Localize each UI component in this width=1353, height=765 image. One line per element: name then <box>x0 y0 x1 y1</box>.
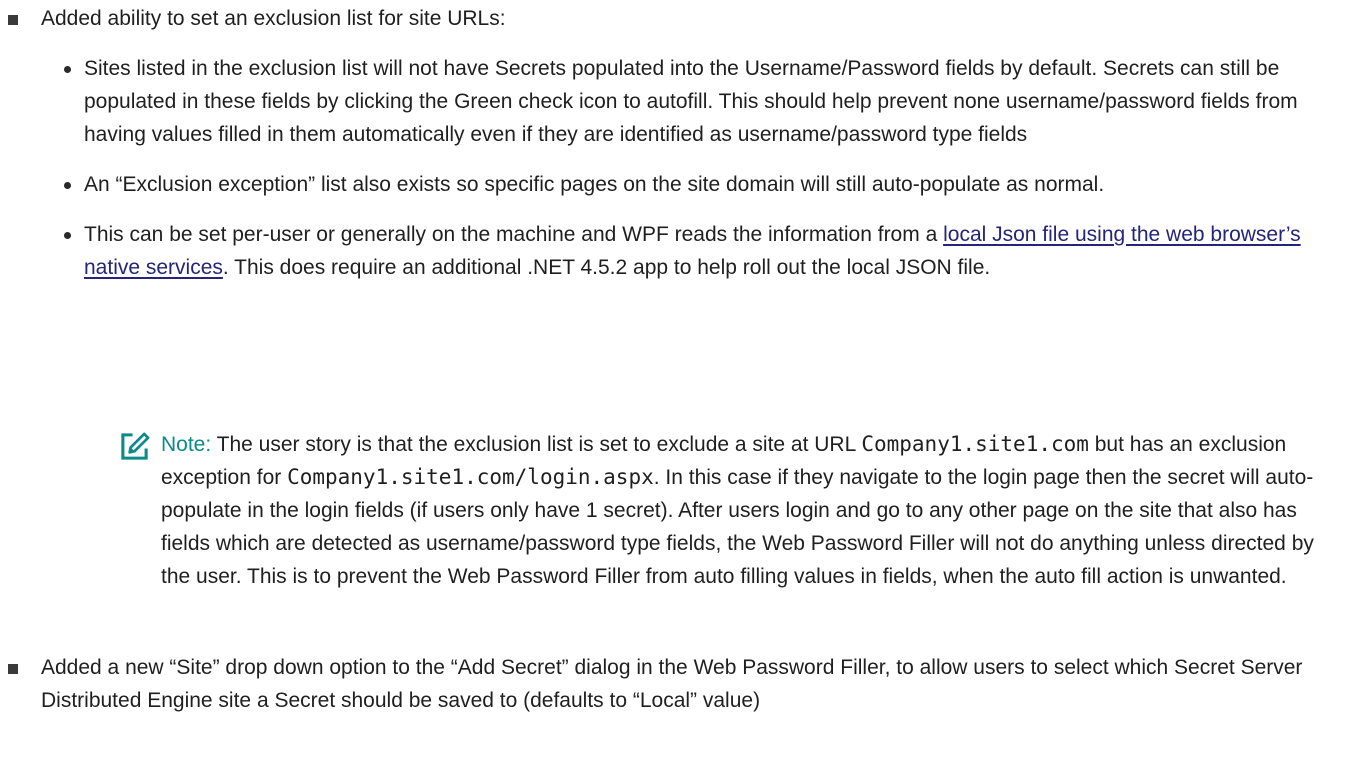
sub-list-item-text: An “Exclusion exception” list also exist… <box>84 173 1105 196</box>
list-item: Added ability to set an exclusion list f… <box>0 2 1333 35</box>
sub-list-item-text: Sites listed in the exclusion list will … <box>84 57 1298 146</box>
note-label: Note: <box>161 433 212 456</box>
code-url: Company1.site1.com <box>861 432 1089 456</box>
dot-bullet-icon <box>64 66 71 73</box>
code-url: Company1.site1.com/login.aspx <box>287 465 654 489</box>
sub-list: Sites listed in the exclusion list will … <box>0 52 1333 301</box>
square-bullet-icon <box>8 664 18 674</box>
dot-bullet-icon <box>64 232 71 239</box>
list-item-text: Added a new “Site” drop down option to t… <box>41 656 1303 712</box>
square-bullet-icon <box>8 15 18 25</box>
sub-list-item-text-after: . This does require an additional .NET 4… <box>222 256 991 279</box>
note-callout: Note: The user story is that the exclusi… <box>0 428 1333 593</box>
sub-list-item: Sites listed in the exclusion list will … <box>0 52 1333 151</box>
list-item-text: Added ability to set an exclusion list f… <box>41 7 506 30</box>
note-pencil-icon <box>121 432 150 460</box>
sub-list-item-text-before: This can be set per-user or generally on… <box>84 223 944 246</box>
note-text-part: The user story is that the exclusion lis… <box>211 433 862 456</box>
note-text: Note: The user story is that the exclusi… <box>0 428 1333 593</box>
sub-list-item: This can be set per-user or generally on… <box>0 218 1333 284</box>
dot-bullet-icon <box>64 182 71 189</box>
list-item: Added a new “Site” drop down option to t… <box>0 651 1333 717</box>
sub-list-item: An “Exclusion exception” list also exist… <box>0 168 1333 201</box>
